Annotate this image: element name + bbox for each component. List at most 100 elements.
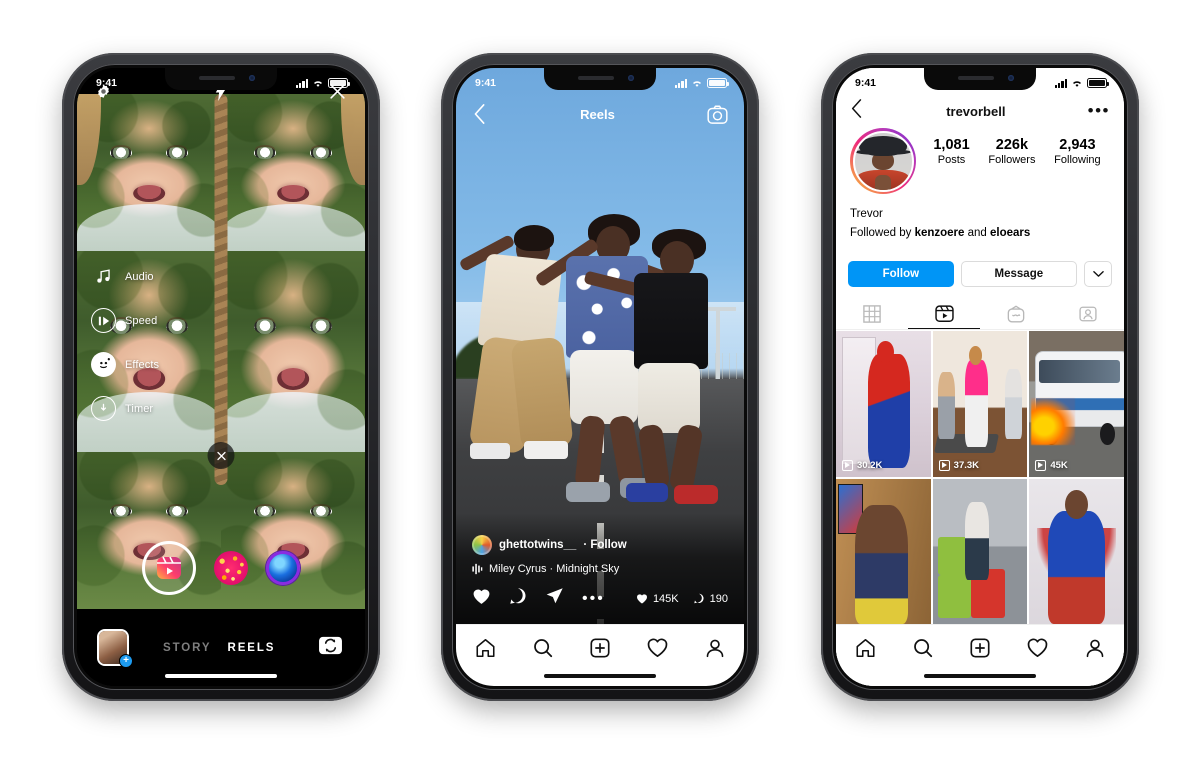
- reels-screen: 9:41 Reels ghettotwins__ · Follow Miley …: [456, 68, 744, 686]
- followed-by-second[interactable]: eloears: [990, 227, 1030, 239]
- comment-bubble-icon[interactable]: [509, 587, 527, 610]
- home-indicator: [544, 673, 656, 678]
- gallery-add-badge: +: [119, 654, 133, 668]
- person-icon[interactable]: [1084, 637, 1106, 659]
- home-icon[interactable]: [474, 637, 497, 659]
- chevron-down-icon[interactable]: [1084, 261, 1112, 287]
- tool-timer[interactable]: Timer: [91, 396, 159, 421]
- cell-bus[interactable]: 45K: [1029, 331, 1124, 477]
- more-dots-icon[interactable]: •••: [582, 590, 605, 606]
- profile-display-name: Trevor: [850, 208, 883, 220]
- profile-avatar-icon: [852, 130, 914, 192]
- profile-stats: 1,081 Posts 226k Followers 2,943 Followi…: [916, 128, 1110, 166]
- phone-reels: 9:41 Reels ghettotwins__ · Follow Miley …: [441, 53, 759, 701]
- reels-effect-default[interactable]: [142, 541, 196, 595]
- mode-story[interactable]: STORY: [163, 642, 211, 654]
- tool-effects-label: Effects: [125, 358, 160, 371]
- heart-icon[interactable]: [1026, 637, 1049, 658]
- timer-clock-icon: [91, 396, 116, 421]
- tool-audio-label: Audio: [125, 270, 154, 283]
- view-count-value: 37.3K: [953, 459, 980, 471]
- heart-icon[interactable]: [646, 637, 669, 658]
- reel-action-row: ••• 145K 190: [472, 587, 728, 610]
- notch: [544, 68, 656, 90]
- avatar[interactable]: [850, 128, 916, 194]
- close-circle-icon[interactable]: [207, 442, 235, 469]
- camera-screen: 9:41 Audio Speed Effects Timer + STORY R…: [77, 68, 365, 686]
- camera-icon[interactable]: [707, 104, 728, 124]
- cell-talking[interactable]: [836, 478, 931, 624]
- followed-by-line[interactable]: Followed by kenzoere and eloears: [850, 227, 1110, 239]
- tool-audio[interactable]: Audio: [91, 264, 159, 289]
- wifi-icon: [1071, 79, 1083, 88]
- battery-icon: [328, 78, 350, 88]
- plus-box-icon[interactable]: [589, 637, 611, 659]
- confetti-dot-icon[interactable]: [214, 551, 248, 585]
- gallery-thumbnail-icon[interactable]: +: [99, 631, 133, 668]
- profile-username-title: trevorbell: [946, 103, 1006, 119]
- camera-tools-sidebar: Audio Speed Effects Timer: [91, 264, 159, 421]
- phone-profile: 9:41 trevorbell ••• 1,081 Posts 226k Fol…: [821, 53, 1139, 701]
- stat-following-label: Following: [1054, 154, 1101, 166]
- flip-camera-icon[interactable]: [318, 635, 343, 661]
- status-time: 9:41: [475, 77, 497, 89]
- stat-followers-label: Followers: [988, 154, 1036, 166]
- earpiece-speaker: [578, 76, 614, 80]
- reel-follow-label[interactable]: · Follow: [583, 539, 626, 551]
- reel-audio-text: Miley Cyrus · Midnight Sky: [489, 563, 620, 575]
- blue-orb-icon[interactable]: [266, 551, 300, 585]
- more-dots-icon[interactable]: •••: [1088, 102, 1110, 119]
- search-icon[interactable]: [532, 637, 554, 659]
- play-triangle-icon: [938, 459, 950, 471]
- front-camera-dot: [628, 75, 634, 81]
- cell-superman[interactable]: [1029, 478, 1124, 624]
- person-icon[interactable]: [704, 637, 726, 659]
- mode-reels[interactable]: REELS: [227, 642, 275, 654]
- tool-speed[interactable]: Speed: [91, 308, 159, 333]
- chevron-left-icon[interactable]: [472, 104, 488, 124]
- followed-by-prefix: Followed by: [850, 227, 915, 239]
- reel-audio-row[interactable]: Miley Cyrus · Midnight Sky: [472, 563, 728, 575]
- grid-icon[interactable]: [836, 298, 908, 329]
- earpiece-speaker: [199, 76, 235, 80]
- stat-following[interactable]: 2,943 Following: [1054, 137, 1100, 166]
- wifi-icon: [691, 79, 703, 88]
- home-icon[interactable]: [854, 637, 877, 659]
- phone-bezel: 9:41 trevorbell ••• 1,081 Posts 226k Fol…: [832, 64, 1128, 690]
- message-button[interactable]: Message: [960, 261, 1077, 287]
- profile-action-buttons: Follow Message: [848, 261, 1112, 287]
- stat-posts[interactable]: 1,081 Posts: [933, 137, 969, 166]
- cell-spiderman[interactable]: 30.2K: [836, 331, 931, 477]
- audio-waveform-icon: [472, 563, 483, 575]
- cell-boxjump[interactable]: [932, 478, 1028, 624]
- phone-bezel: 9:41 Reels ghettotwins__ · Follow Miley …: [452, 64, 748, 690]
- tagged-person-icon[interactable]: [1052, 298, 1124, 329]
- reels-clapper-icon[interactable]: [908, 298, 980, 329]
- chevron-left-icon[interactable]: [850, 99, 864, 123]
- plus-box-icon[interactable]: [969, 637, 991, 659]
- like-counter: 145K: [636, 593, 679, 605]
- paper-plane-icon[interactable]: [545, 587, 564, 610]
- heart-icon[interactable]: [472, 587, 491, 610]
- comment-counter: 190: [693, 593, 728, 605]
- capture-mode-tabs: STORY REELS: [163, 642, 275, 654]
- effects-carousel: [77, 540, 365, 596]
- reel-author-row[interactable]: ghettotwins__ · Follow: [472, 513, 728, 555]
- follow-button[interactable]: Follow: [848, 261, 954, 287]
- stat-following-value: 2,943: [1059, 137, 1096, 153]
- followed-by-first[interactable]: kenzoere: [915, 227, 965, 239]
- view-counter: 45K: [1035, 459, 1068, 471]
- phone-camera: 9:41 Audio Speed Effects Timer + STORY R…: [62, 53, 380, 701]
- notch: [924, 68, 1036, 90]
- cellular-bars-icon: [1054, 78, 1067, 88]
- reel-username[interactable]: ghettotwins__: [499, 539, 576, 551]
- battery-icon: [707, 78, 729, 88]
- tool-effects[interactable]: Effects: [91, 352, 159, 377]
- user-avatar-icon: [472, 535, 492, 555]
- stat-followers[interactable]: 226k Followers: [988, 137, 1035, 166]
- search-icon[interactable]: [912, 637, 934, 659]
- cell-workout[interactable]: 37.3K: [932, 331, 1028, 477]
- igtv-icon[interactable]: [980, 298, 1052, 329]
- home-indicator: [165, 673, 277, 678]
- wifi-icon: [312, 79, 324, 88]
